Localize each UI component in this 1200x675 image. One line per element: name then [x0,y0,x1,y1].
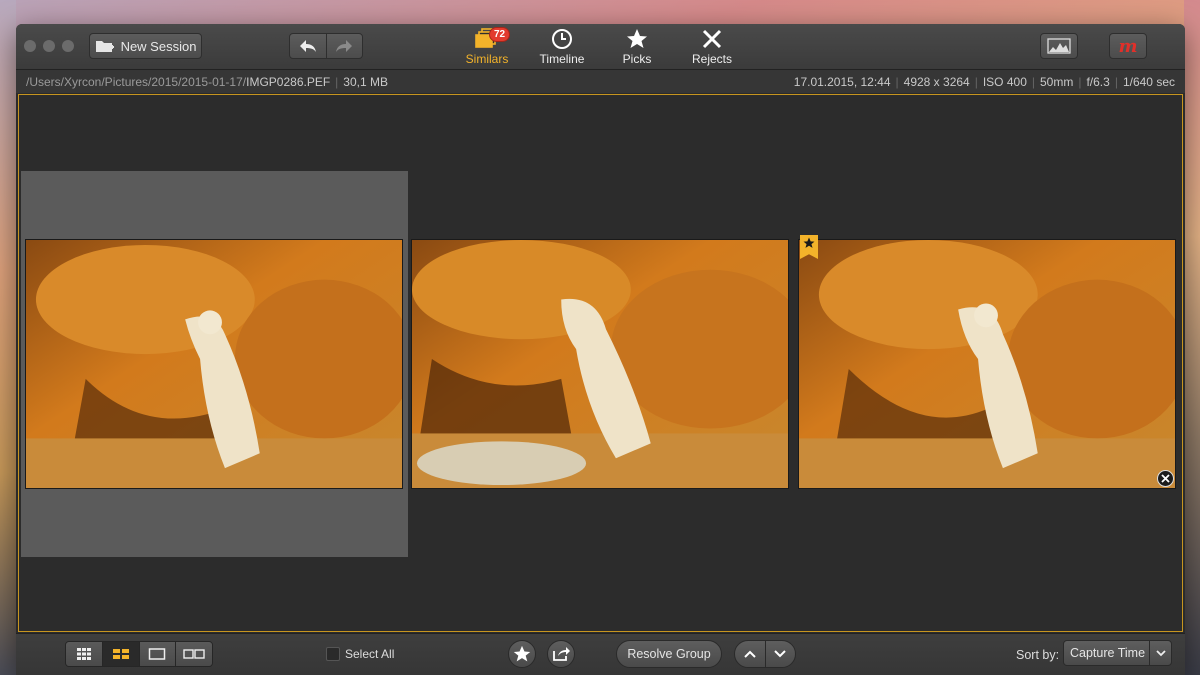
compare-grid-icon [112,649,129,659]
pick-button[interactable] [508,640,536,668]
aperture-value: f/6.3 [1086,74,1110,89]
close-window-button[interactable] [24,40,36,52]
mode-similars-label: Similars [465,52,509,66]
select-all-checkbox[interactable] [326,647,340,661]
app-window: New Session 72 Similars Timeline Picks R… [16,24,1185,675]
mode-rejects-label: Rejects [691,52,732,66]
redo-arrow-icon [336,40,353,52]
new-session-button[interactable]: New Session [89,33,202,59]
desktop-background [0,0,16,675]
resolve-group-button[interactable]: Resolve Group [616,640,722,668]
file-path: /Users/Xyrcon/Pictures/2015/2015-01-17/ [26,74,247,89]
mode-timeline[interactable]: Timeline [532,28,592,68]
photo-thumbnail[interactable] [25,239,403,489]
share-icon [553,647,570,661]
x-icon [702,29,722,49]
capture-datetime: 17.01.2015, 12:44 [793,74,891,89]
compare-view-button[interactable] [102,642,140,666]
history-nav [289,33,363,59]
shutter-speed: 1/640 sec [1122,74,1175,89]
file-name: IMGP0286.PEF [246,74,331,89]
star-icon [513,645,531,662]
minimize-window-button[interactable] [43,40,55,52]
brand-button[interactable]: m [1109,33,1147,59]
grid-view-button[interactable] [66,642,103,666]
side-by-side-icon [183,649,205,659]
photo-stage [18,94,1183,632]
desktop-background-right [1184,0,1200,675]
sort-value: Capture Time [1070,646,1146,660]
mode-picks-label: Picks [622,52,652,66]
redo-button[interactable] [327,34,363,58]
image-dimensions: 4928 x 3264 [903,74,970,89]
chevron-up-icon [744,650,756,658]
view-mode-group [65,641,213,667]
meerkat-photo [26,240,402,488]
bottom-toolbar: Select All Resolve Group Sort by: Captur… [16,633,1185,675]
mode-similars[interactable]: 72 Similars [457,27,517,68]
separator: | [335,74,339,89]
clock-icon [552,29,572,49]
zoom-window-button[interactable] [62,40,74,52]
star-icon [627,29,647,48]
folder-plus-icon [95,41,114,52]
mode-timeline-label: Timeline [539,52,585,66]
iso-value: ISO 400 [982,74,1027,89]
side-by-side-view-button[interactable] [176,642,212,666]
next-group-button[interactable] [766,641,796,667]
meerkat-photo [412,240,788,488]
toolbar: New Session 72 Similars Timeline Picks R… [16,24,1185,70]
mode-picks[interactable]: Picks [607,28,667,68]
exif-info: 17.01.2015, 12:44 | 4928 x 3264 | ISO 400 |… [793,74,1175,89]
new-session-label: New Session [120,38,197,54]
meerkat-photo [799,240,1175,488]
single-view-button[interactable] [139,642,177,666]
previous-group-button[interactable] [735,641,766,667]
mode-rejects[interactable]: Rejects [682,28,742,68]
remove-photo-button[interactable] [1157,470,1174,487]
chevron-down-icon [774,650,786,658]
group-navigation [734,640,796,668]
undo-arrow-icon [299,40,316,52]
file-size: 30,1 MB [343,74,388,89]
close-icon [1161,474,1170,483]
histogram-icon [1047,38,1071,54]
sort-label: Sort by: [1016,648,1060,662]
sort-dropdown[interactable]: Capture Time [1063,640,1172,666]
photo-thumbnail[interactable] [411,239,789,489]
similars-count-badge: 72 [489,27,511,42]
single-image-icon [149,648,166,660]
photo-thumbnail[interactable] [798,239,1176,489]
histogram-button[interactable] [1040,33,1078,59]
undo-button[interactable] [290,34,327,58]
brand-logo: m [1118,35,1138,57]
grid-icon [76,648,91,660]
export-button[interactable] [547,640,575,668]
file-info-bar: /Users/Xyrcon/Pictures/2015/2015-01-17/ … [16,70,1185,93]
chevron-down-icon [1149,641,1171,665]
select-all-label: Select All [345,647,395,661]
resolve-group-label: Resolve Group [627,647,711,661]
focal-length: 50mm [1040,74,1074,89]
